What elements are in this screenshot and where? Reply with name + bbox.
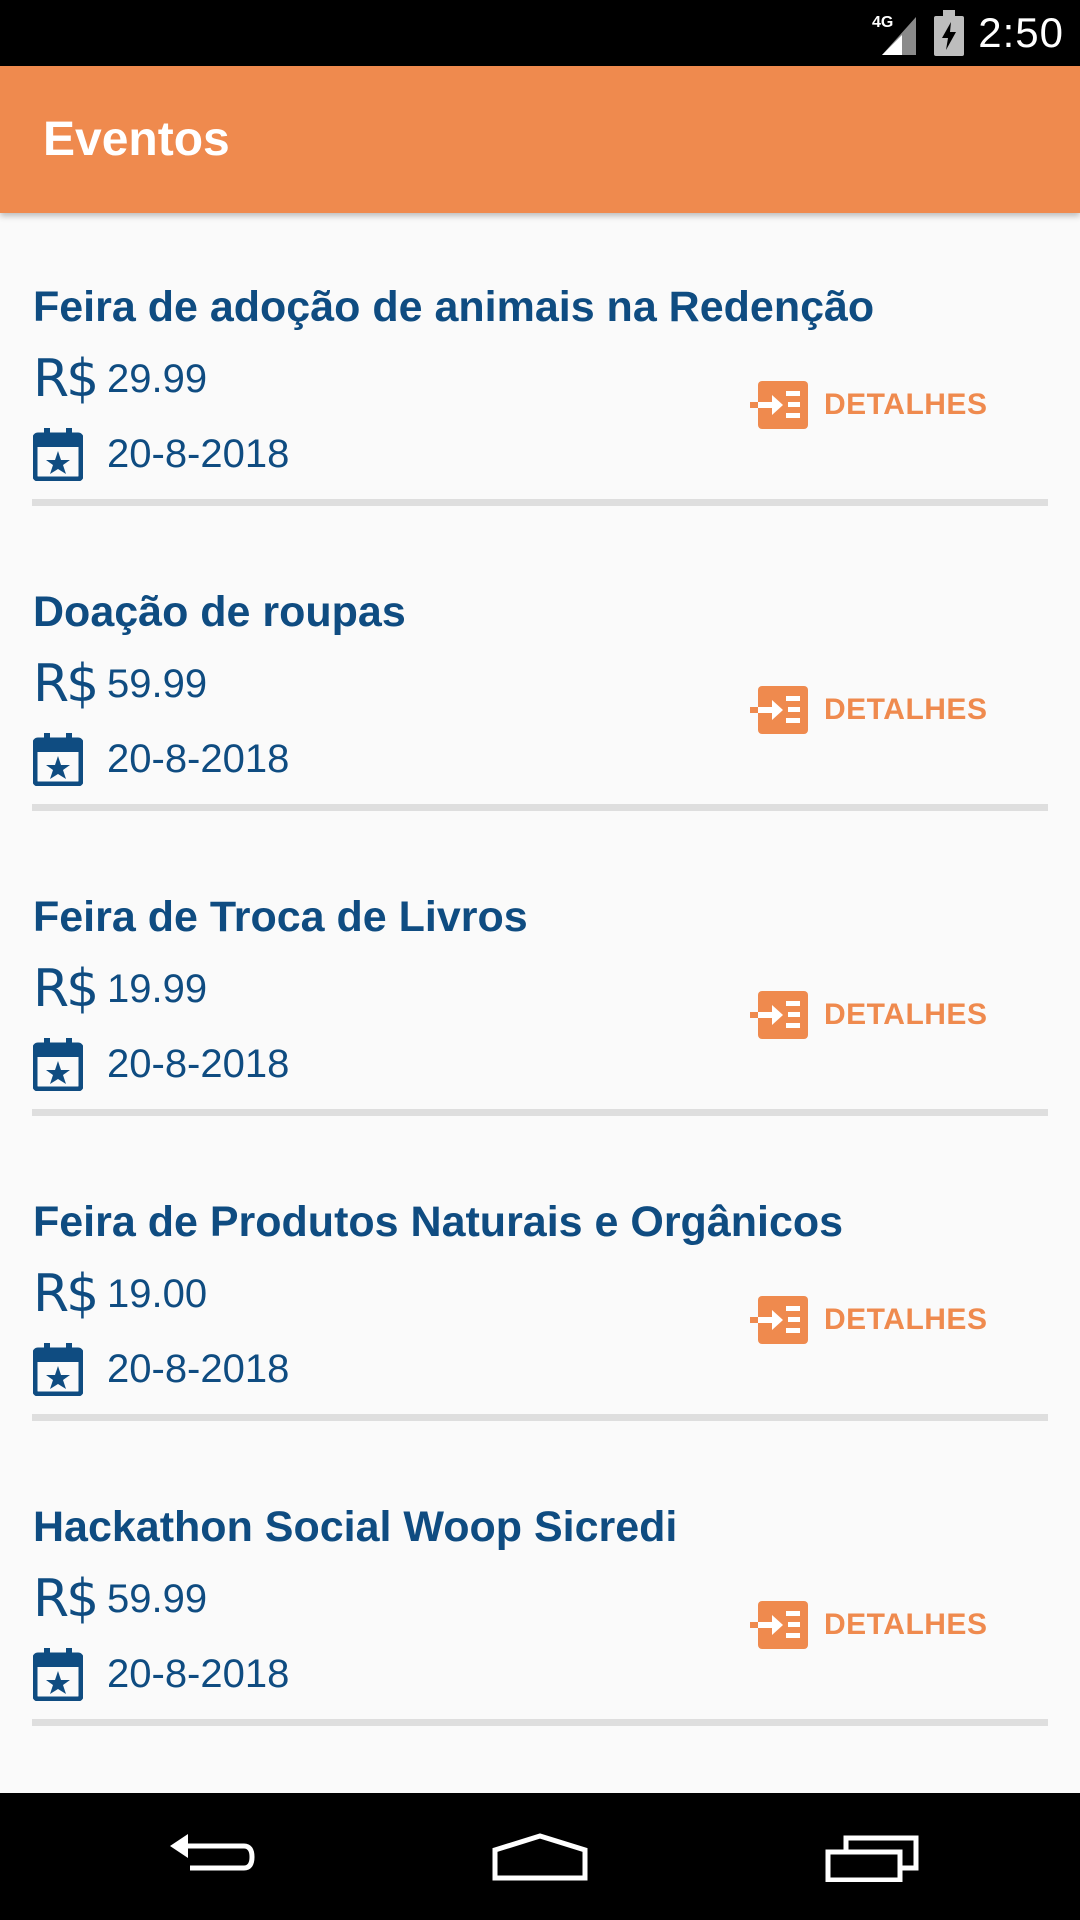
details-button[interactable]: DETALHES (750, 1288, 987, 1352)
calendar-icon (33, 1035, 107, 1093)
event-date: 20-8-2018 (33, 1033, 289, 1095)
details-label: DETALHES (824, 1608, 988, 1641)
event-title: Feira de adoção de animais na Redenção (33, 283, 875, 331)
date-value: 20-8-2018 (107, 1651, 290, 1696)
details-label: DETALHES (824, 1303, 988, 1336)
event-title: Hackathon Social Woop Sicredi (33, 1503, 678, 1551)
divider (32, 1414, 1048, 1421)
details-label: DETALHES (824, 388, 988, 421)
event-date: 20-8-2018 (33, 1338, 289, 1400)
currency-icon: R$ (33, 349, 99, 409)
signal-icon: 4G (872, 14, 917, 55)
calendar-icon (33, 1645, 107, 1703)
details-icon (750, 381, 808, 429)
back-button[interactable] (120, 1793, 300, 1920)
calendar-icon (33, 425, 107, 483)
event-price: R$ 29.99 (33, 349, 208, 409)
recents-icon (825, 1835, 919, 1882)
date-value: 20-8-2018 (107, 736, 290, 781)
event-title: Doação de roupas (33, 588, 406, 636)
date-value: 20-8-2018 (107, 431, 290, 476)
clock: 2:50 (978, 9, 1064, 56)
event-card[interactable]: Feira de adoção de animais na Redenção R… (0, 213, 1080, 518)
details-icon (750, 1296, 808, 1344)
price-value: 29.99 (107, 356, 208, 401)
event-date: 20-8-2018 (33, 1643, 289, 1705)
battery-icon (934, 10, 965, 56)
divider (32, 1109, 1048, 1116)
recents-button[interactable] (782, 1793, 962, 1920)
event-price: R$ 59.99 (33, 1569, 208, 1629)
details-icon (750, 686, 808, 734)
details-button[interactable]: DETALHES (750, 678, 987, 742)
event-list[interactable]: Feira de adoção de animais na Redenção R… (0, 213, 1080, 1793)
price-value: 59.99 (107, 1576, 208, 1621)
date-value: 20-8-2018 (107, 1346, 290, 1391)
price-value: 19.99 (107, 966, 208, 1011)
divider (32, 499, 1048, 506)
details-button[interactable]: DETALHES (750, 983, 987, 1047)
network-type-label: 4G (872, 14, 893, 31)
event-date: 20-8-2018 (33, 728, 289, 790)
currency-icon: R$ (33, 1264, 99, 1324)
details-label: DETALHES (824, 693, 988, 726)
navigation-bar (0, 1793, 1080, 1920)
details-icon (750, 991, 808, 1039)
event-title: Feira de Troca de Livros (33, 893, 528, 941)
app-bar: Eventos (0, 66, 1080, 213)
price-value: 19.00 (107, 1271, 208, 1316)
event-price: R$ 59.99 (33, 654, 208, 714)
date-value: 20-8-2018 (107, 1041, 290, 1086)
event-card[interactable]: Feira de Troca de Livros R$ 19.99 20-8-2… (0, 823, 1080, 1128)
back-icon (170, 1833, 255, 1870)
details-label: DETALHES (824, 998, 988, 1031)
currency-icon: R$ (33, 1569, 99, 1629)
calendar-icon (33, 730, 107, 788)
divider (32, 804, 1048, 811)
event-card[interactable]: Hackathon Social Woop Sicredi R$ 59.99 2… (0, 1433, 1080, 1738)
page-title: Eventos (43, 113, 230, 166)
price-value: 59.99 (107, 661, 208, 706)
event-title: Feira de Produtos Naturais e Orgânicos (33, 1198, 844, 1246)
home-button[interactable] (450, 1793, 630, 1920)
status-bar: 4G 2:50 (0, 0, 1080, 66)
event-price: R$ 19.99 (33, 959, 208, 1019)
home-icon (492, 1832, 588, 1880)
details-button[interactable]: DETALHES (750, 373, 987, 437)
calendar-icon (33, 1340, 107, 1398)
divider (32, 1719, 1048, 1726)
event-price: R$ 19.00 (33, 1264, 208, 1324)
event-date: 20-8-2018 (33, 423, 289, 485)
event-card[interactable]: Doação de roupas R$ 59.99 20-8-2018 DETA… (0, 518, 1080, 823)
currency-icon: R$ (33, 654, 99, 714)
currency-icon: R$ (33, 959, 99, 1019)
status-icons: 4G 2:50 (872, 0, 1064, 66)
details-button[interactable]: DETALHES (750, 1593, 987, 1657)
event-card[interactable]: Feira de Produtos Naturais e Orgânicos R… (0, 1128, 1080, 1433)
details-icon (750, 1601, 808, 1649)
